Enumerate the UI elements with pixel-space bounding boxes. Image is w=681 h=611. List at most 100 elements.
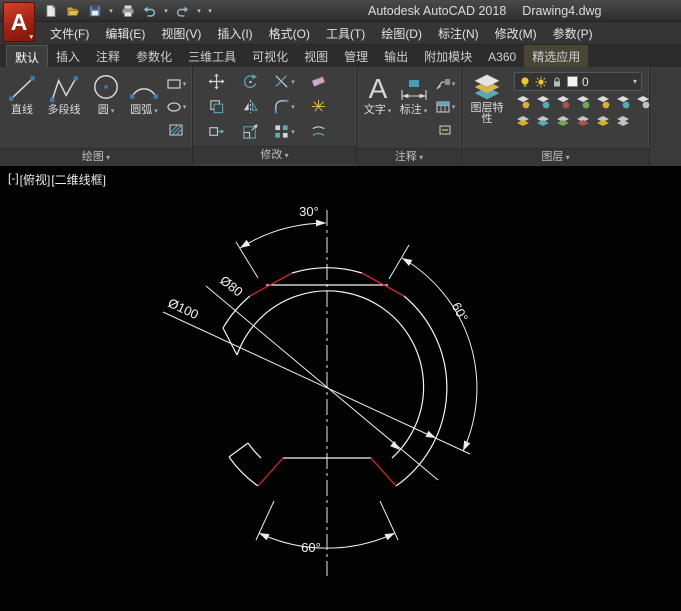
fillet-tool-button[interactable] [272,97,296,117]
panel-modify-body [193,67,356,146]
diameter-leaders[interactable]: Ø100 Ø80 [163,273,470,480]
panel-annotation-title[interactable]: 注释 [357,148,461,166]
menu-parametric[interactable]: 参数(P) [545,22,601,45]
layer-tool-icon[interactable] [534,113,551,129]
layer-tool-icon[interactable] [594,113,611,129]
scale-tool-button[interactable] [238,122,262,142]
array-tool-button[interactable] [272,122,296,142]
redo-button[interactable] [172,1,193,20]
ellipse-icon [166,100,182,114]
text-tool-label: 文字 [364,105,391,117]
tab-a360[interactable]: A360 [480,45,524,67]
drawing-area[interactable]: [-] [俯视] [二维线框] Ø100 Ø80 [0,166,681,611]
part-geometry[interactable] [223,268,447,486]
explode-tool-button[interactable] [306,97,330,117]
redo-history-caret-icon[interactable]: ▾ [194,1,204,20]
layer-tool-icon[interactable] [594,94,611,110]
app-menu-button[interactable]: A ▾ [3,2,35,42]
layer-properties-button[interactable]: 图层特性 [466,70,508,148]
menu-edit[interactable]: 编辑(E) [97,22,153,45]
erase-tool-button[interactable] [306,72,330,92]
tab-manage[interactable]: 管理 [336,45,376,67]
rotate-icon [242,73,259,90]
trim-tool-button[interactable] [272,72,296,92]
rotate-tool-button[interactable] [238,72,262,92]
tab-annotate[interactable]: 注释 [88,45,128,67]
layer-tool-icon[interactable] [614,113,631,129]
line-tool-button[interactable]: 直线 [4,70,40,148]
viewport-menu-control[interactable]: [-] [8,171,19,188]
circle-icon [90,72,122,104]
tab-visualize[interactable]: 可视化 [244,45,296,67]
qat-customize-caret-icon[interactable]: ▾ [205,1,215,20]
rectangle-tool-button[interactable] [164,74,188,94]
table-tool-button[interactable] [433,97,457,117]
undo-button[interactable] [139,1,160,20]
dimension-right-60[interactable]: 60° [389,245,477,452]
copy-tool-button[interactable] [204,97,228,117]
layer-lock-icon [551,76,563,88]
move-tool-button[interactable] [204,72,228,92]
tab-parametric[interactable]: 参数化 [128,45,180,67]
menu-dimension[interactable]: 标注(N) [430,22,487,45]
menu-view[interactable]: 视图(V) [153,22,209,45]
dia80-arrow [390,441,402,453]
hatch-tool-button[interactable] [164,120,188,140]
tab-output[interactable]: 输出 [376,45,416,67]
panel-modify-title[interactable]: 修改 [193,146,356,164]
tab-featured-apps[interactable]: 精选应用 [524,45,588,67]
save-options-caret-icon[interactable]: ▾ [106,1,116,20]
save-button[interactable] [84,1,105,20]
viewport-visual-style-control[interactable]: [二维线框] [51,171,106,188]
text-tool-button[interactable]: A 文字 [361,70,394,148]
undo-history-caret-icon[interactable]: ▾ [161,1,171,20]
mirror-tool-button[interactable] [238,97,262,117]
circle-tool-button[interactable]: 圆 [88,70,124,148]
layer-tool-icon[interactable] [634,94,651,110]
menu-draw[interactable]: 绘图(D) [373,22,430,45]
menu-tools[interactable]: 工具(T) [318,22,373,45]
move-icon [208,73,225,90]
layer-tool-icon[interactable] [554,94,571,110]
annotation-extra-tools [433,70,457,148]
draw-extra-tools [164,70,188,148]
arc-tool-label: 圆弧 [130,105,157,117]
arc-tool-button[interactable]: 圆弧 [126,70,162,148]
annotation-more-button[interactable] [433,120,457,140]
tab-insert[interactable]: 插入 [48,45,88,67]
tab-add-ins[interactable]: 附加模块 [416,45,480,67]
tab-view[interactable]: 视图 [296,45,336,67]
offset-tool-button[interactable] [306,122,330,142]
layer-dropdown[interactable]: 0 ▾ [514,72,642,91]
polyline-tool-button[interactable]: 多段线 [42,70,86,148]
viewport-view-control[interactable]: [俯视] [20,171,51,188]
layer-tools-row-2 [514,113,651,129]
layer-tool-icon[interactable] [554,113,571,129]
layer-tool-icon[interactable] [534,94,551,110]
stretch-tool-button[interactable] [204,122,228,142]
copy-icon [208,98,225,115]
tab-home[interactable]: 默认 [6,45,48,67]
ellipse-tool-button[interactable] [164,97,188,117]
dimension-top-30[interactable]: 30° [236,204,326,278]
ribbon: 直线 多段线 圆 圆弧 [0,67,681,166]
layer-tool-icon[interactable] [614,94,631,110]
layer-tool-icon[interactable] [514,113,531,129]
open-file-button[interactable] [62,1,83,20]
panel-draw: 直线 多段线 圆 圆弧 [0,67,193,166]
plot-button[interactable] [117,1,138,20]
menu-insert[interactable]: 插入(I) [209,22,260,45]
layer-tool-icon[interactable] [574,94,591,110]
new-file-button[interactable] [40,1,61,20]
layer-tool-icon[interactable] [574,113,591,129]
panel-draw-title[interactable]: 绘图 [0,148,192,166]
menu-file[interactable]: 文件(F) [42,22,97,45]
menu-modify[interactable]: 修改(M) [487,22,545,45]
layer-tool-icon[interactable] [514,94,531,110]
dimension-tool-button[interactable]: 标注 [396,70,431,148]
hatch-icon [168,123,184,137]
tab-3d-tools[interactable]: 三维工具 [180,45,244,67]
leader-tool-button[interactable] [433,74,457,94]
panel-layers-title[interactable]: 图层 [462,148,649,166]
menu-format[interactable]: 格式(O) [261,22,318,45]
